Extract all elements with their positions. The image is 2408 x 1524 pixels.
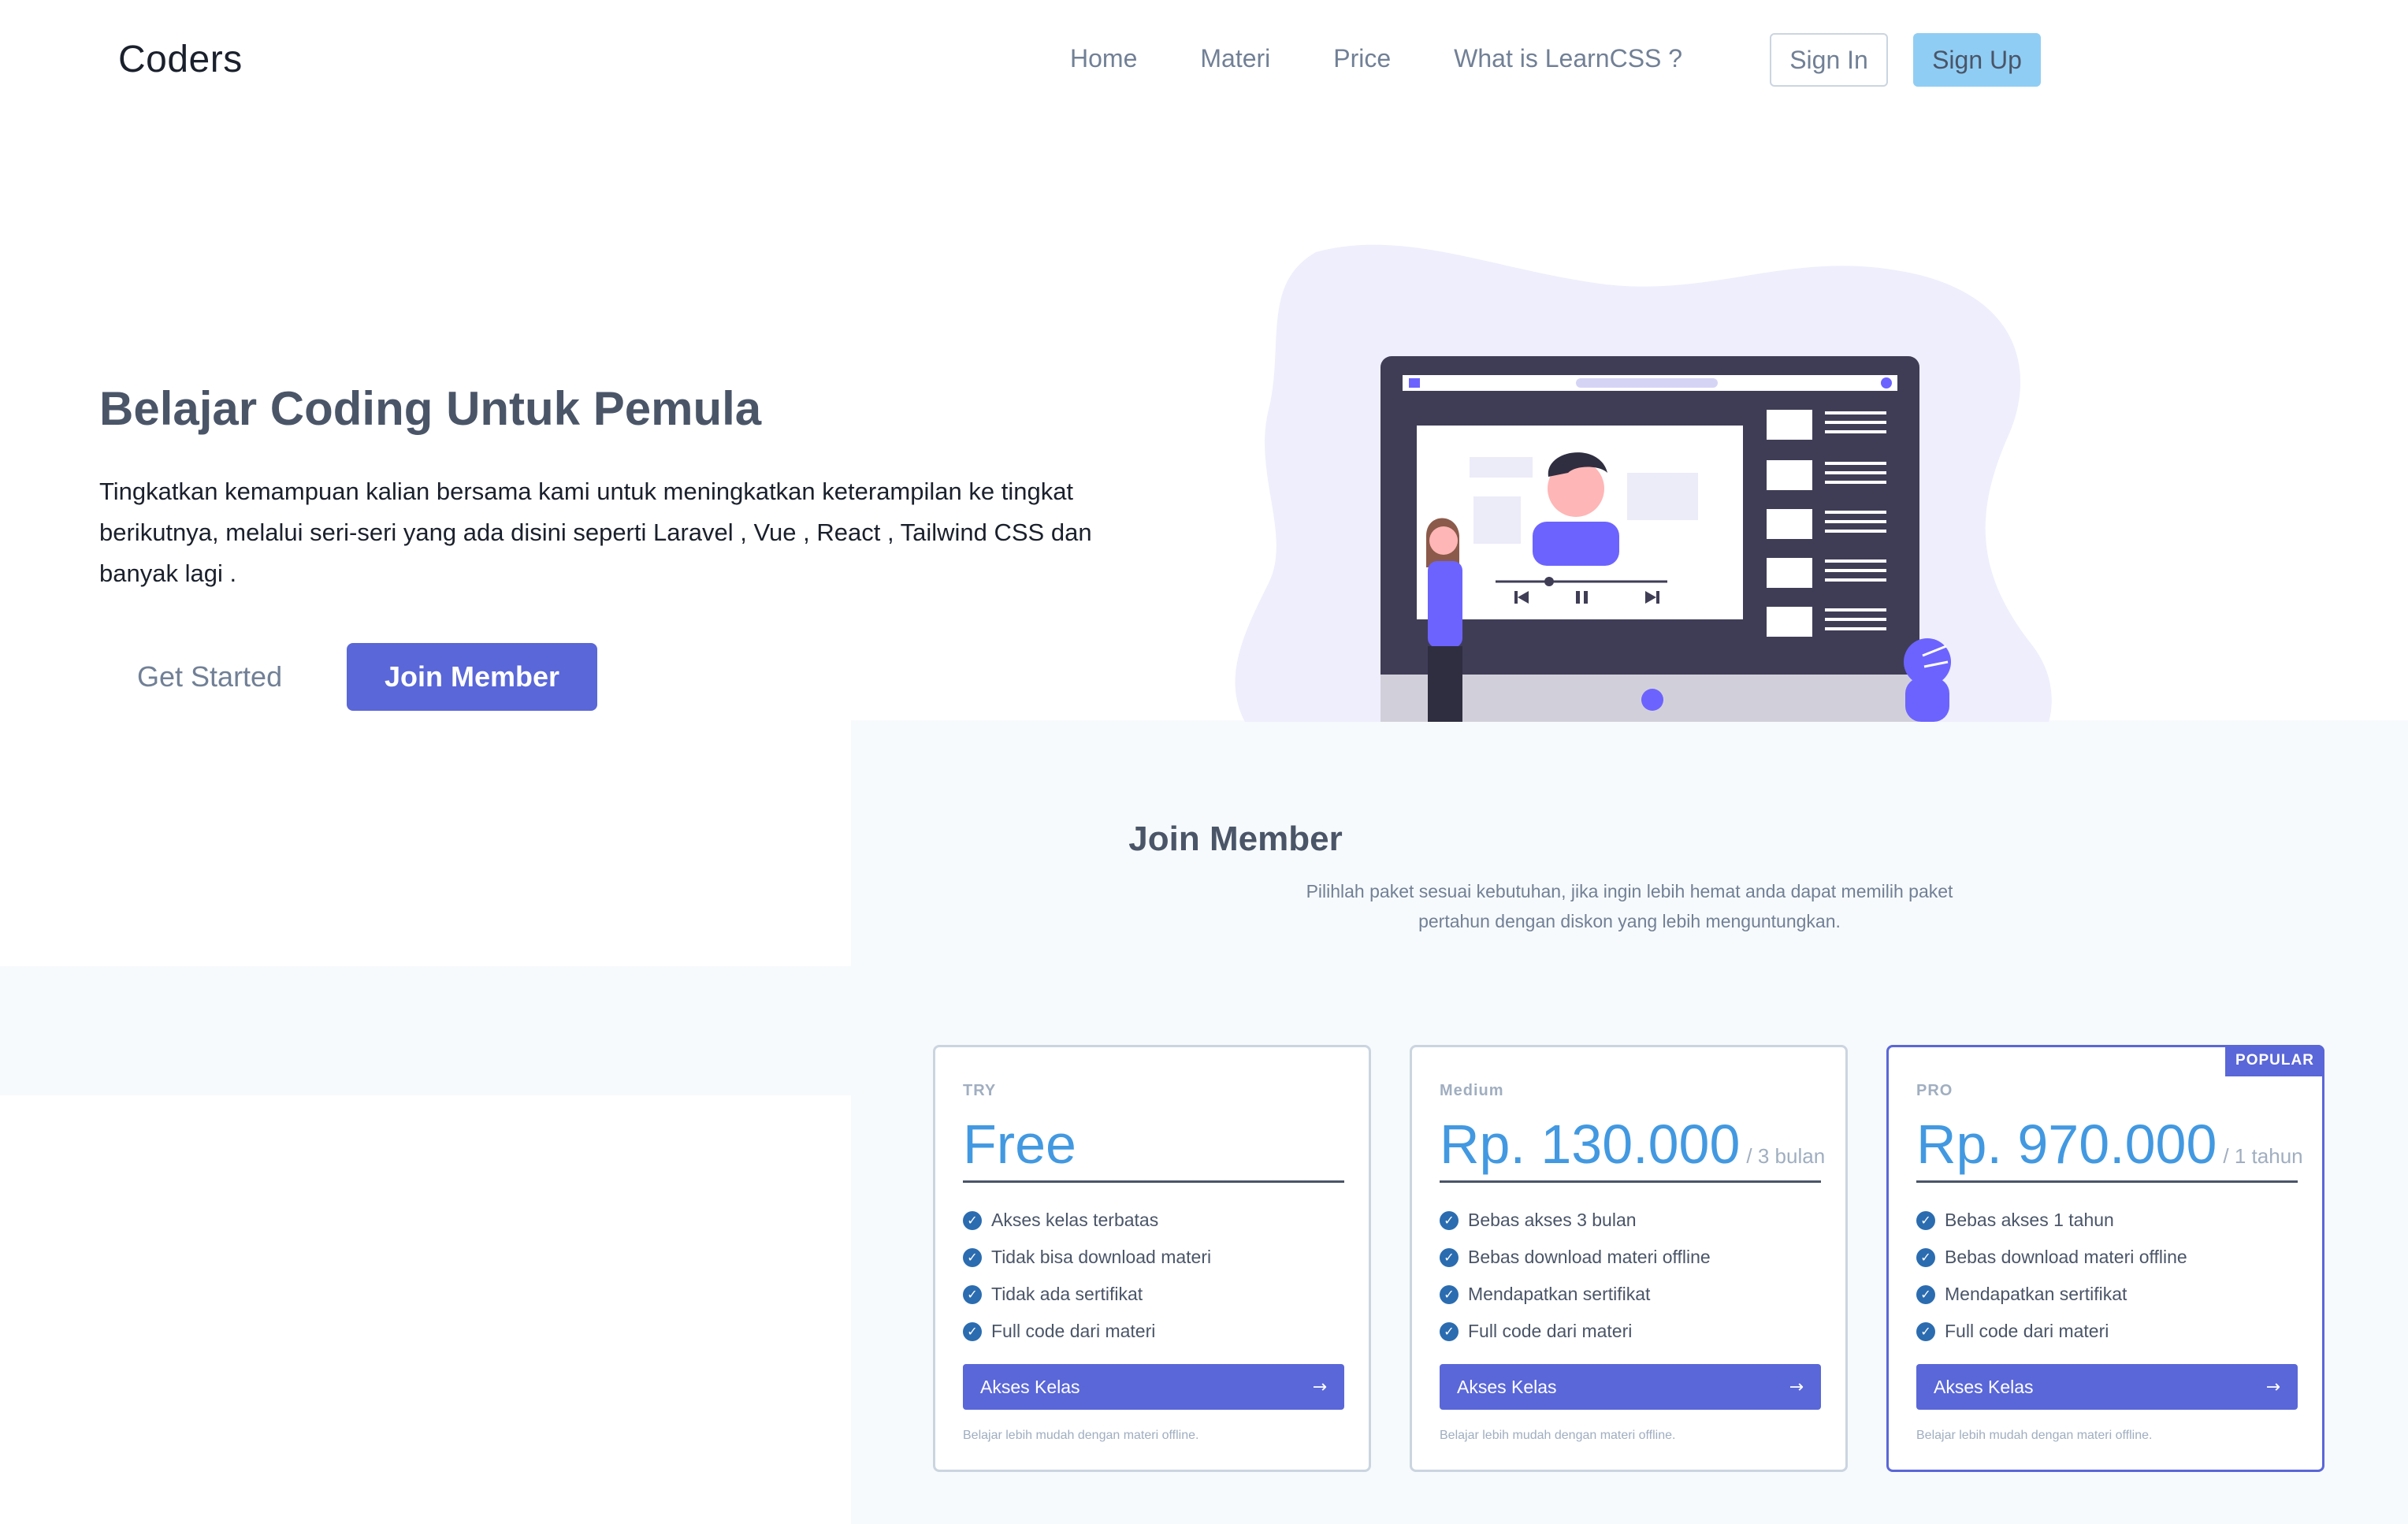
plan-price: Free xyxy=(963,1113,1076,1175)
plan-note: Belajar lebih mudah dengan materi offlin… xyxy=(1440,1429,1676,1442)
plan-card-try: TRY Free ✓ Akses kelas terbatas ✓ Tidak bi… xyxy=(933,1045,1371,1472)
arrow-right-icon: → xyxy=(1789,1377,1804,1397)
plan-tier: Medium xyxy=(1440,1082,1504,1099)
main-nav: Home Materi Price What is LearnCSS ? xyxy=(1070,44,1682,73)
feature-item: ✓ Mendapatkan sertifikat xyxy=(1440,1276,1711,1313)
check-circle-icon: ✓ xyxy=(963,1284,982,1304)
nav-what-is-learncss[interactable]: What is LearnCSS ? xyxy=(1454,44,1682,73)
check-circle-icon: ✓ xyxy=(1916,1210,1935,1230)
plan-features: ✓ Bebas akses 1 tahun ✓ Bebas download mat… xyxy=(1916,1202,2187,1350)
feature-item: ✓ Bebas download materi offline xyxy=(1440,1239,1711,1276)
akses-kelas-button[interactable]: Akses Kelas → xyxy=(963,1364,1344,1410)
site-logo[interactable]: Coders xyxy=(118,38,243,81)
feature-item: ✓ Bebas akses 3 bulan xyxy=(1440,1202,1711,1239)
plan-note: Belajar lebih mudah dengan materi offlin… xyxy=(963,1429,1199,1442)
nav-materi[interactable]: Materi xyxy=(1200,44,1270,73)
feature-item: ✓ Tidak bisa download materi xyxy=(963,1239,1211,1276)
feature-item: ✓ Bebas akses 1 tahun xyxy=(1916,1202,2187,1239)
feature-item: ✓ Full code dari materi xyxy=(1916,1313,2187,1350)
get-started-button[interactable]: Get Started xyxy=(118,643,301,711)
plan-period: / 1 tahun xyxy=(2223,1144,2303,1168)
nav-price[interactable]: Price xyxy=(1333,44,1391,73)
check-circle-icon: ✓ xyxy=(1916,1247,1935,1267)
feature-item: ✓ Akses kelas terbatas xyxy=(963,1202,1211,1239)
feature-item: ✓ Tidak ada sertifikat xyxy=(963,1276,1211,1313)
join-member-button[interactable]: Join Member xyxy=(347,643,597,711)
arrow-right-icon: → xyxy=(1312,1377,1327,1397)
pricing-subtitle: Pilihlah paket sesuai kebutuhan, jika in… xyxy=(1306,881,1953,931)
plan-price: Rp. 130.000 xyxy=(1440,1113,1741,1175)
check-circle-icon: ✓ xyxy=(963,1321,982,1341)
hero-description: Tingkatkan kemampuan kalian bersama kami… xyxy=(99,478,1092,587)
plan-price: Rp. 970.000 xyxy=(1916,1113,2217,1175)
feature-item: ✓ Bebas download materi offline xyxy=(1916,1239,2187,1276)
check-circle-icon: ✓ xyxy=(963,1210,982,1230)
plan-note: Belajar lebih mudah dengan materi offlin… xyxy=(1916,1429,2153,1442)
pricing-title: Join Member xyxy=(1128,820,1343,858)
plan-card-pro: POPULAR PRO Rp. 970.000 / 1 tahun ✓ Bebas… xyxy=(1886,1045,2324,1472)
sign-up-button[interactable]: Sign Up xyxy=(1913,33,2041,87)
check-circle-icon: ✓ xyxy=(1916,1321,1935,1341)
check-circle-icon: ✓ xyxy=(1916,1284,1935,1304)
cta-label: Akses Kelas xyxy=(1934,1376,2034,1397)
hero-illustration xyxy=(1235,244,2052,722)
check-circle-icon: ✓ xyxy=(1440,1284,1459,1304)
feature-item: ✓ Full code dari materi xyxy=(1440,1313,1711,1350)
feature-item: ✓ Mendapatkan sertifikat xyxy=(1916,1276,2187,1313)
check-circle-icon: ✓ xyxy=(1440,1321,1459,1341)
plan-features: ✓ Bebas akses 3 bulan ✓ Bebas download mat… xyxy=(1440,1202,1711,1350)
plan-tier: PRO xyxy=(1916,1082,1953,1099)
cta-label: Akses Kelas xyxy=(1457,1376,1557,1397)
sign-in-button[interactable]: Sign In xyxy=(1770,33,1888,87)
plan-price-row: Rp. 130.000 / 3 bulan xyxy=(1440,1106,1825,1183)
check-circle-icon: ✓ xyxy=(1440,1210,1459,1230)
plan-price-row: Rp. 970.000 / 1 tahun xyxy=(1916,1106,2303,1183)
plan-tier: TRY xyxy=(963,1082,997,1099)
akses-kelas-button[interactable]: Akses Kelas → xyxy=(1916,1364,2298,1410)
hero-title: Belajar Coding Untuk Pemula xyxy=(99,382,762,435)
cta-label: Akses Kelas xyxy=(980,1376,1080,1397)
feature-item: ✓ Full code dari materi xyxy=(963,1313,1211,1350)
popular-badge: POPULAR xyxy=(2225,1045,2324,1076)
left-gray-strip xyxy=(0,966,851,1095)
arrow-right-icon: → xyxy=(2265,1377,2280,1397)
plan-card-medium: Medium Rp. 130.000 / 3 bulan ✓ Bebas akse… xyxy=(1410,1045,1848,1472)
akses-kelas-button[interactable]: Akses Kelas → xyxy=(1440,1364,1821,1410)
nav-home[interactable]: Home xyxy=(1070,44,1137,73)
plan-features: ✓ Akses kelas terbatas ✓ Tidak bisa downlo… xyxy=(963,1202,1211,1350)
check-circle-icon: ✓ xyxy=(1440,1247,1459,1267)
check-circle-icon: ✓ xyxy=(963,1247,982,1267)
plan-period: / 3 bulan xyxy=(1746,1144,1826,1168)
plan-price-row: Free xyxy=(963,1106,1344,1183)
